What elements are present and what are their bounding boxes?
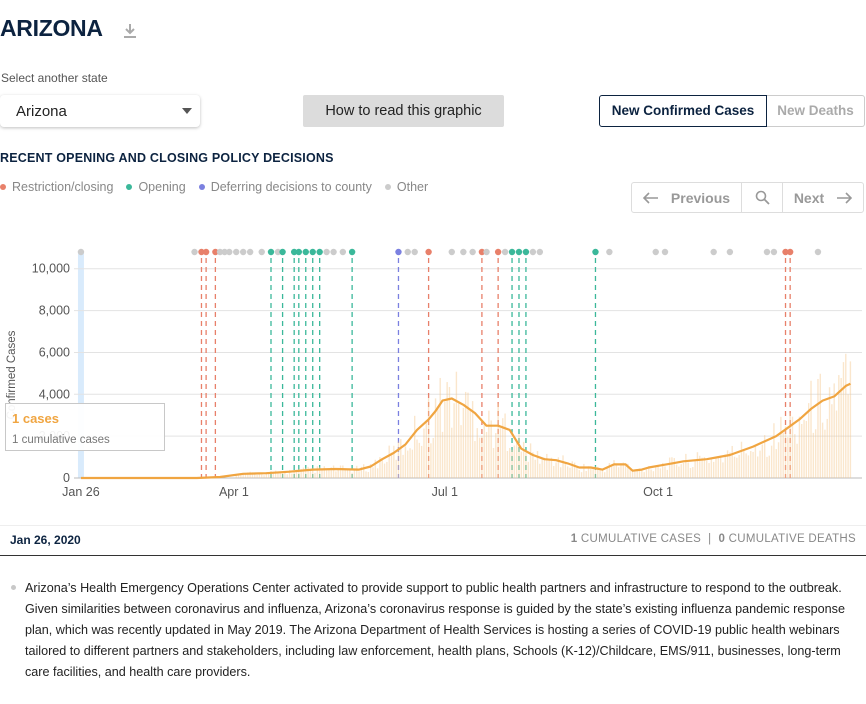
policy-event-dot bbox=[652, 248, 659, 256]
policy-event-dot bbox=[469, 248, 476, 256]
cumulative-deaths-count: 0 bbox=[718, 533, 726, 545]
search-icon bbox=[755, 190, 770, 205]
x-tick-label: Apr 1 bbox=[219, 485, 249, 499]
metric-toggle: New Confirmed Cases New Deaths bbox=[599, 95, 865, 127]
policy-event-dot bbox=[508, 248, 516, 256]
state-select-value: Arizona bbox=[16, 103, 67, 120]
tooltip-cases: 1 cases bbox=[12, 411, 59, 426]
next-button[interactable]: Next bbox=[783, 183, 863, 212]
new-confirmed-cases-tab[interactable]: New Confirmed Cases bbox=[599, 95, 767, 127]
policy-event-dot bbox=[77, 248, 85, 256]
policy-event-dot bbox=[309, 248, 316, 256]
policy-section-title: RECENT OPENING AND CLOSING POLICY DECISI… bbox=[0, 151, 334, 165]
how-to-read-button[interactable]: How to read this graphic bbox=[303, 95, 504, 127]
policy-event-dot bbox=[483, 248, 490, 256]
policy-note: Arizona’s Health Emergency Operations Ce… bbox=[25, 581, 845, 679]
new-deaths-tab[interactable]: New Deaths bbox=[767, 95, 865, 127]
policy-event-dot bbox=[302, 248, 309, 256]
cases-chart[interactable]: 02,0004,0006,0008,00010,000Confirmed Cas… bbox=[0, 240, 866, 505]
y-tick-label: 0 bbox=[63, 471, 70, 485]
other-dot-icon bbox=[384, 184, 391, 190]
state-select[interactable]: Arizona bbox=[0, 95, 200, 127]
policy-event-dot bbox=[460, 248, 467, 256]
policy-event-dot bbox=[592, 248, 599, 256]
county-dot-icon bbox=[198, 184, 205, 190]
arrow-right-icon bbox=[837, 191, 853, 204]
policy-event-dot bbox=[279, 248, 286, 256]
cumulative-deaths-label: CUMULATIVE DEATHS bbox=[728, 533, 856, 545]
caret-down-icon bbox=[182, 108, 192, 114]
note-bullet-icon bbox=[11, 585, 16, 590]
x-tick-label: Jul 1 bbox=[432, 485, 458, 499]
policy-event-dot bbox=[233, 248, 240, 256]
policy-event-dot bbox=[267, 248, 275, 256]
page-title: ARIZONA bbox=[0, 15, 103, 41]
policy-event-dot bbox=[763, 248, 771, 256]
policy-event-dot bbox=[323, 248, 330, 256]
policy-event-dot bbox=[814, 248, 822, 256]
legend-item-opening: Opening bbox=[126, 180, 186, 194]
restriction-dot-icon bbox=[0, 184, 6, 190]
policy-event-dot bbox=[348, 248, 356, 256]
x-tick-label: Jan 26 bbox=[62, 485, 100, 499]
legend-label: Other bbox=[396, 180, 429, 194]
y-tick-label: 10,000 bbox=[32, 262, 70, 276]
policy-event-dot bbox=[339, 248, 347, 256]
policy-legend: Restriction/closing Opening Deferring de… bbox=[0, 180, 441, 194]
policy-event-dot bbox=[786, 248, 794, 256]
policy-pager: Previous Next bbox=[631, 182, 864, 213]
selected-date-bar: Jan 26, 2020 1 CUMULATIVE CASES | 0 CUMU… bbox=[0, 525, 866, 556]
policy-event-dot bbox=[770, 248, 778, 256]
arrow-left-icon bbox=[642, 191, 658, 204]
cumulative-stats: 1 CUMULATIVE CASES | 0 CUMULATIVE DEATHS bbox=[571, 533, 856, 545]
x-tick-label: Oct 1 bbox=[643, 485, 673, 499]
chart-tooltip: 1 cases 1 cumulative cases bbox=[5, 403, 165, 451]
tooltip-cumulative: 1 cumulative cases bbox=[12, 434, 110, 446]
policy-event-dot bbox=[661, 248, 669, 256]
cumulative-cases-count: 1 bbox=[570, 533, 578, 545]
legend-label: Opening bbox=[138, 180, 186, 194]
selected-date: Jan 26, 2020 bbox=[10, 533, 81, 547]
y-tick-label: 8,000 bbox=[39, 304, 70, 318]
policy-event-dot bbox=[726, 248, 734, 256]
policy-event-dot bbox=[404, 248, 411, 256]
policy-event-dot bbox=[529, 248, 537, 256]
legend-item-restriction: Restriction/closing bbox=[0, 180, 113, 194]
policy-event-dot bbox=[226, 248, 233, 256]
policy-event-dot bbox=[316, 248, 323, 256]
policy-event-dot bbox=[448, 248, 455, 256]
policy-event-dot bbox=[515, 248, 523, 256]
policy-event-dot bbox=[710, 248, 717, 256]
opening-dot-icon bbox=[126, 184, 133, 190]
policy-event-dot bbox=[246, 248, 254, 256]
next-label: Next bbox=[793, 189, 825, 206]
cumulative-cases-label: CUMULATIVE CASES bbox=[580, 533, 702, 545]
previous-label: Previous bbox=[670, 189, 731, 206]
policy-event-dot bbox=[606, 248, 613, 256]
legend-label: Restriction/closing bbox=[12, 180, 114, 194]
policy-event-dot bbox=[501, 248, 509, 256]
y-tick-label: 4,000 bbox=[39, 387, 70, 401]
policy-event-dot bbox=[522, 248, 530, 256]
policy-event-dot bbox=[191, 248, 198, 256]
policy-event-dot bbox=[536, 248, 544, 256]
state-select-label: Select another state bbox=[1, 71, 108, 85]
policy-event-dot bbox=[494, 248, 502, 256]
policy-event-dot bbox=[330, 248, 337, 256]
policy-event-dot bbox=[395, 248, 402, 256]
y-tick-label: 6,000 bbox=[39, 345, 70, 359]
stats-separator: | bbox=[708, 533, 712, 545]
download-icon[interactable] bbox=[122, 22, 138, 40]
policy-event-dot bbox=[295, 248, 303, 256]
legend-label: Deferring decisions to county bbox=[210, 180, 372, 194]
policy-event-dot bbox=[202, 248, 210, 256]
legend-item-other: Other bbox=[384, 180, 429, 194]
previous-button[interactable]: Previous bbox=[632, 183, 742, 212]
search-button[interactable] bbox=[742, 183, 783, 212]
policy-event-dot bbox=[411, 248, 418, 256]
policy-event-dot bbox=[239, 248, 247, 256]
policy-event-dot bbox=[425, 248, 432, 256]
legend-item-county: Deferring decisions to county bbox=[198, 180, 372, 194]
policy-event-dot bbox=[258, 248, 265, 256]
